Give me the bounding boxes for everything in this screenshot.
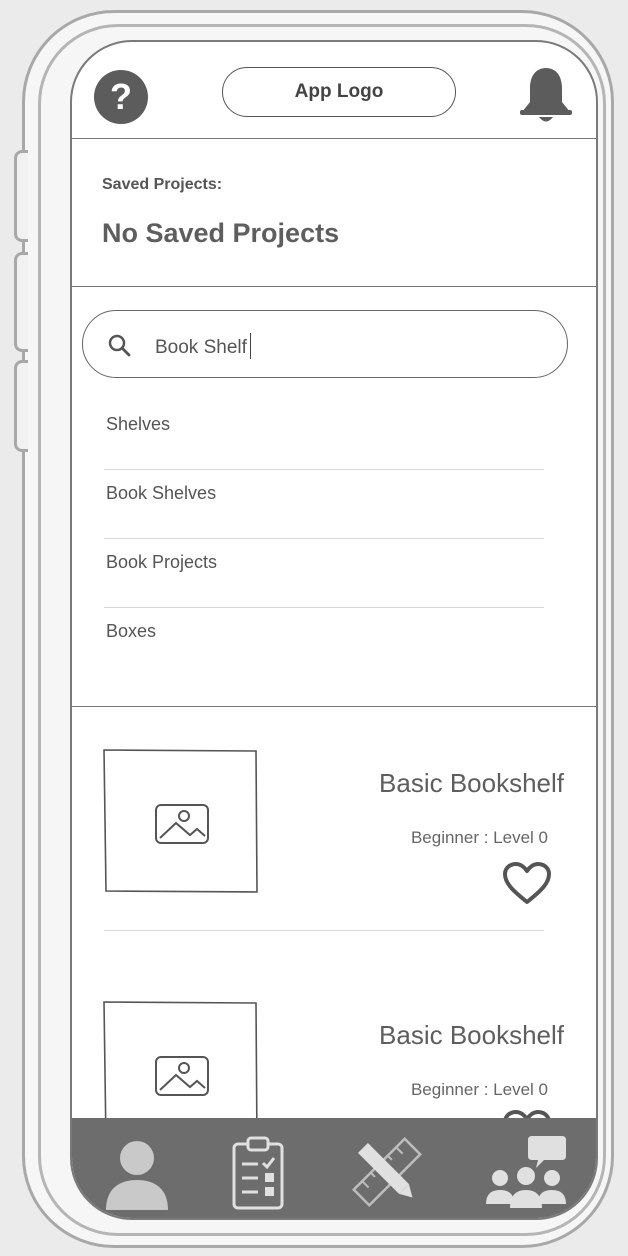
suggestion-item[interactable]: Book Projects (104, 540, 544, 608)
card-divider (104, 930, 544, 931)
project-level: Beginner : Level 0 (410, 1080, 548, 1099)
ruler-pencil-icon[interactable] (352, 1132, 422, 1212)
app-logo-button[interactable]: App Logo (222, 67, 456, 117)
suggestion-label: Boxes (106, 621, 157, 641)
search-input-text: Book Shelf (155, 333, 251, 359)
community-icon[interactable] (484, 1132, 568, 1212)
suggestion-label: Book Projects (106, 552, 218, 572)
search-icon (108, 334, 131, 357)
bell-icon[interactable] (516, 64, 576, 126)
profile-icon[interactable] (102, 1132, 172, 1212)
volume-down-button (14, 252, 28, 352)
suggestion-item[interactable]: Shelves (104, 402, 544, 470)
suggestion-item[interactable]: Boxes (104, 609, 544, 677)
saved-projects-value: No Saved Projects (102, 218, 340, 248)
power-button (14, 360, 28, 452)
app-screen: ? App Logo Saved Projects: No Saved Proj… (70, 40, 598, 1220)
volume-up-button (14, 150, 28, 242)
saved-divider (72, 286, 596, 287)
clipboard-checklist-icon[interactable] (230, 1132, 286, 1212)
favorite-heart-icon[interactable] (502, 862, 552, 906)
text-caret (249, 333, 251, 359)
project-thumbnail-image-icon[interactable] (102, 748, 258, 894)
saved-projects-label: Saved Projects: (102, 176, 223, 193)
project-level: Beginner : Level 0 (410, 828, 548, 847)
suggestion-item[interactable]: Book Shelves (104, 471, 544, 539)
search-input[interactable]: Book Shelf (82, 310, 568, 378)
suggestion-label: Book Shelves (106, 483, 217, 503)
suggestion-label: Shelves (106, 414, 171, 434)
project-title[interactable]: Basic Bookshelf (379, 768, 564, 799)
search-query: Book Shelf (155, 337, 247, 358)
app-logo-label: App Logo (294, 81, 384, 102)
project-title[interactable]: Basic Bookshelf (379, 1020, 564, 1051)
help-icon[interactable]: ? (94, 70, 148, 124)
header-divider (72, 138, 596, 139)
suggestions-divider (72, 706, 596, 707)
